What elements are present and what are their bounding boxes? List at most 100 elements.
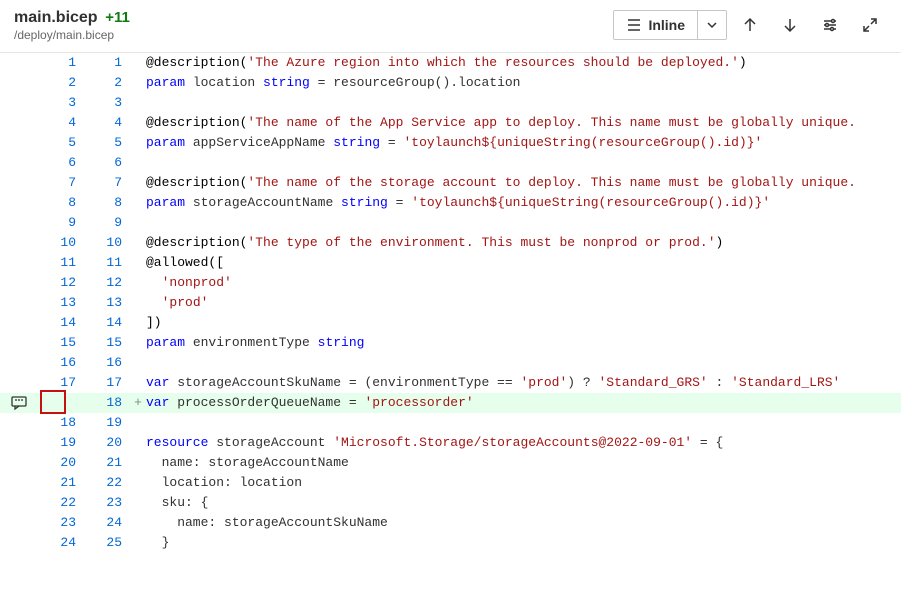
code-line[interactable]: 2223 sku: { [0, 493, 901, 513]
new-line-number: 7 [84, 173, 130, 193]
new-line-number: 21 [84, 453, 130, 473]
code-line[interactable]: 77@description('The name of the storage … [0, 173, 901, 193]
toolbar: Inline [613, 8, 887, 42]
diff-settings-button[interactable] [813, 8, 847, 42]
prev-diff-button[interactable] [733, 8, 767, 42]
diff-mark [130, 113, 146, 133]
chevron-down-icon [706, 19, 718, 31]
code-line[interactable]: 2324 name: storageAccountSkuName [0, 513, 901, 533]
new-line-number: 14 [84, 313, 130, 333]
comment-gutter[interactable] [0, 153, 38, 173]
code-line[interactable]: 1717var storageAccountSkuName = (environ… [0, 373, 901, 393]
arrow-up-icon [742, 17, 758, 33]
code-line[interactable]: 99 [0, 213, 901, 233]
code-line[interactable]: 55param appServiceAppName string = 'toyl… [0, 133, 901, 153]
comment-gutter[interactable] [0, 73, 38, 93]
comment-gutter[interactable] [0, 513, 38, 533]
diff-mark [130, 73, 146, 93]
comment-gutter[interactable] [0, 473, 38, 493]
comment-gutter[interactable] [0, 233, 38, 253]
code-line[interactable]: 11@description('The Azure region into wh… [0, 53, 901, 73]
code-line[interactable]: 1313 'prod' [0, 293, 901, 313]
code-content: param environmentType string [146, 333, 901, 353]
code-line[interactable]: 2425 } [0, 533, 901, 553]
diff-mark [130, 453, 146, 473]
comment-gutter[interactable] [0, 133, 38, 153]
comment-gutter[interactable] [0, 173, 38, 193]
new-line-number: 8 [84, 193, 130, 213]
new-line-number: 13 [84, 293, 130, 313]
old-line-number: 10 [38, 233, 84, 253]
diff-viewer[interactable]: 11@description('The Azure region into wh… [0, 53, 901, 553]
code-line[interactable]: 88param storageAccountName string = 'toy… [0, 193, 901, 213]
comment-gutter[interactable] [0, 253, 38, 273]
code-content: resource storageAccount 'Microsoft.Stora… [146, 433, 901, 453]
comment-gutter[interactable] [0, 53, 38, 73]
code-line[interactable]: 1920resource storageAccount 'Microsoft.S… [0, 433, 901, 453]
view-mode-dropdown[interactable] [697, 11, 726, 39]
comment-gutter[interactable] [0, 373, 38, 393]
old-line-number: 4 [38, 113, 84, 133]
diff-mark [130, 433, 146, 453]
diff-mark [130, 233, 146, 253]
code-line[interactable]: 2021 name: storageAccountName [0, 453, 901, 473]
comment-gutter[interactable] [0, 393, 38, 413]
old-line-number: 17 [38, 373, 84, 393]
new-line-number: 10 [84, 233, 130, 253]
code-line[interactable]: 1414]) [0, 313, 901, 333]
add-comment-button[interactable] [9, 394, 29, 412]
code-line[interactable]: 1212 'nonprod' [0, 273, 901, 293]
code-line[interactable]: 1819 [0, 413, 901, 433]
old-line-number: 18 [38, 413, 84, 433]
comment-gutter[interactable] [0, 313, 38, 333]
diff-mark [130, 373, 146, 393]
diff-mark [130, 173, 146, 193]
comment-gutter[interactable] [0, 213, 38, 233]
expand-button[interactable] [853, 8, 887, 42]
diff-mark [130, 193, 146, 213]
comment-gutter[interactable] [0, 433, 38, 453]
comment-gutter[interactable] [0, 113, 38, 133]
new-line-number: 17 [84, 373, 130, 393]
comment-gutter[interactable] [0, 533, 38, 553]
file-info: main.bicep +11 /deploy/main.bicep [14, 9, 613, 42]
diff-mark [130, 153, 146, 173]
code-line[interactable]: 2122 location: location [0, 473, 901, 493]
comment-gutter[interactable] [0, 193, 38, 213]
code-content: param location string = resourceGroup().… [146, 73, 901, 93]
code-line[interactable]: 33 [0, 93, 901, 113]
comment-gutter[interactable] [0, 333, 38, 353]
comment-gutter[interactable] [0, 353, 38, 373]
old-line-number [38, 393, 84, 413]
old-line-number: 1 [38, 53, 84, 73]
comment-gutter[interactable] [0, 273, 38, 293]
old-line-number: 8 [38, 193, 84, 213]
code-content [146, 413, 901, 433]
comment-gutter[interactable] [0, 293, 38, 313]
code-line[interactable]: 44@description('The name of the App Serv… [0, 113, 901, 133]
old-line-number: 3 [38, 93, 84, 113]
old-line-number: 11 [38, 253, 84, 273]
comment-gutter[interactable] [0, 93, 38, 113]
new-line-number: 15 [84, 333, 130, 353]
next-diff-button[interactable] [773, 8, 807, 42]
code-line[interactable]: 1111@allowed([ [0, 253, 901, 273]
code-line[interactable]: 66 [0, 153, 901, 173]
new-line-number: 22 [84, 473, 130, 493]
comment-gutter[interactable] [0, 493, 38, 513]
comment-gutter[interactable] [0, 453, 38, 473]
code-content: @allowed([ [146, 253, 901, 273]
code-line[interactable]: 22param location string = resourceGroup(… [0, 73, 901, 93]
comment-gutter[interactable] [0, 413, 38, 433]
code-content: @description('The type of the environmen… [146, 233, 901, 253]
diff-mark [130, 213, 146, 233]
code-line[interactable]: 1616 [0, 353, 901, 373]
view-mode-button[interactable]: Inline [614, 11, 697, 39]
code-line[interactable]: 1515param environmentType string [0, 333, 901, 353]
new-line-number: 2 [84, 73, 130, 93]
diff-mark [130, 93, 146, 113]
code-line[interactable]: 1010 @description('The type of the enviro… [0, 233, 901, 253]
view-mode-label: Inline [648, 17, 685, 33]
code-line[interactable]: 18+var processOrderQueueName = 'processo… [0, 393, 901, 413]
old-line-number: 7 [38, 173, 84, 193]
